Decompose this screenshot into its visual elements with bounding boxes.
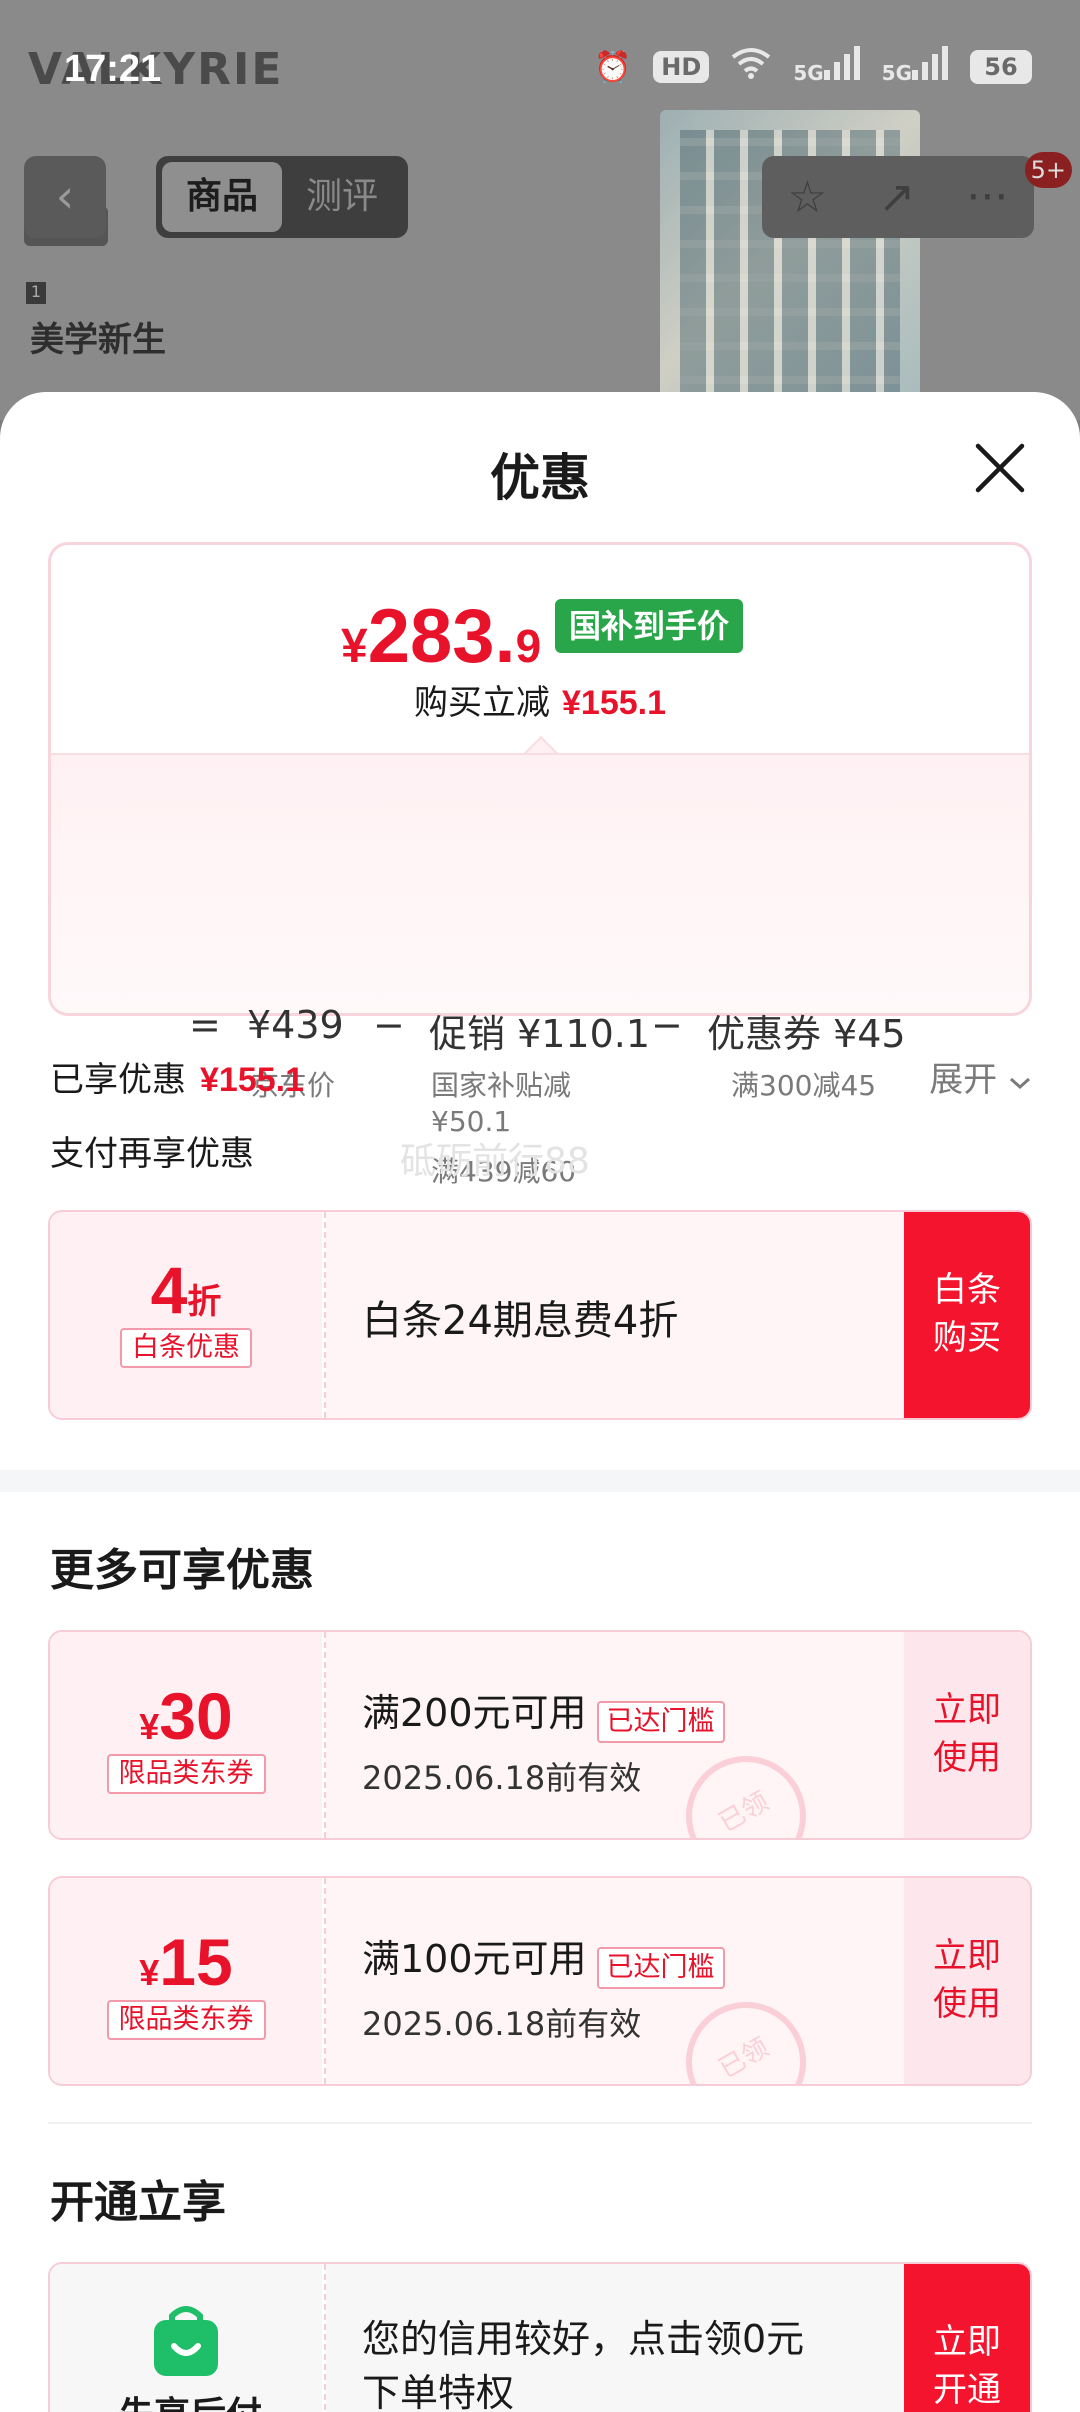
coupon-value: ¥30 限品类东券 (50, 1632, 322, 1838)
price-summary: ¥283.9 国补到手价 购买立减 ¥155.1 (51, 545, 1029, 753)
minus-sign: − (373, 1003, 405, 1047)
chevron-left-icon: ‹ (55, 169, 75, 223)
price-formula: = ¥439 京东价 − 促销 ¥110.1 国家补贴减 ¥50.1 满439减… (51, 753, 1029, 1188)
final-price: ¥283.9 (341, 594, 542, 679)
credit-name: 先享后付 (90, 2386, 290, 2412)
close-icon (975, 443, 1025, 493)
promo-amount: 促销 ¥110.1 (429, 1012, 651, 1056)
watermark: 砥砺前行88 (400, 1141, 590, 1182)
chevron-down-icon (1010, 1077, 1030, 1090)
signal-5g-icon-2: 5G (882, 46, 948, 88)
share-icon[interactable]: ↗ (878, 172, 915, 223)
credit-offer-card: 先享后付 您的信用较好，点击领0元 下单特权 立即 开通 (48, 2262, 1032, 2412)
minus-sign-2: − (651, 1003, 683, 1047)
instant-reduction: 购买立减 ¥155.1 (414, 683, 666, 723)
coupon-card: ¥15 限品类东券 满100元可用 已达门槛 2025.06.18前有效 已领 立… (48, 1876, 1032, 2086)
coupon-tag: 限品类东券 (106, 1754, 266, 1794)
subsidy-price-tag: 国补到手价 (555, 599, 744, 653)
coupon-card: ¥30 限品类东券 满200元可用 已达门槛 2025.06.18前有效 已领 立… (48, 1630, 1032, 1840)
baitiao-description: 白条24期息费4折 (326, 1212, 906, 1418)
baitiao-discount: 4折 白条优惠 (50, 1212, 322, 1418)
shopping-bag-icon (154, 2306, 218, 2376)
section-divider (0, 1470, 1080, 1492)
coupon-tag: 限品类东券 (106, 2000, 266, 2040)
sheet-title: 优惠 (490, 449, 590, 507)
back-button[interactable]: ‹ (24, 156, 106, 238)
jd-price: ¥439 (247, 1003, 344, 1047)
credit-brand: 先享后付 (50, 2264, 322, 2412)
expand-button[interactable]: 展开 (929, 1052, 1032, 1101)
enjoyed-discount: 已享优惠 ¥155.1 (50, 1060, 304, 1100)
alarm-icon: ⏰ (593, 49, 632, 85)
product-tabs: 商品 测评 (156, 156, 408, 238)
signal-5g-icon: 5G (793, 46, 860, 88)
battery-icon: 56 (970, 50, 1032, 84)
threshold-badge: 已达门槛 (596, 1700, 725, 1743)
baitiao-buy-button[interactable]: 白条 购买 (904, 1212, 1030, 1418)
status-bar: 17:21 ⏰ HD 5G 5G 56 (0, 0, 1080, 140)
open-now-button[interactable]: 立即 开通 (904, 2264, 1030, 2412)
baitiao-tag: 白条优惠 (120, 1328, 252, 1368)
status-time: 17:21 (64, 48, 162, 90)
status-icons: ⏰ HD 5G 5G 56 (594, 46, 1032, 88)
threshold-badge: 已达门槛 (596, 1946, 725, 1989)
product-headline: 美学新生 (30, 320, 166, 360)
open-enjoy-title: 开通立享 (50, 2177, 226, 2228)
close-button[interactable] (970, 438, 1030, 498)
star-icon[interactable]: ☆ (788, 172, 827, 223)
divider-line (48, 2122, 1032, 2124)
coupon-value: ¥15 限品类东券 (50, 1878, 322, 2084)
feature-index: 1 (26, 282, 46, 304)
tab-review[interactable]: 测评 (282, 162, 402, 232)
use-coupon-button[interactable]: 立即 使用 (904, 1878, 1030, 2084)
tab-product[interactable]: 商品 (162, 162, 282, 232)
coupon-details: 满200元可用 已达门槛 2025.06.18前有效 已领 (326, 1632, 906, 1838)
baitiao-offer-card: 4折 白条优惠 白条24期息费4折 白条 购买 (48, 1210, 1032, 1420)
price-breakdown-card: ¥283.9 国补到手价 购买立减 ¥155.1 = ¥439 京东价 − 促销 … (48, 542, 1032, 1188)
message-badge: 5+ (1024, 152, 1072, 188)
use-coupon-button[interactable]: 立即 使用 (904, 1632, 1030, 1838)
coupon-amount: 优惠券 ¥45 (707, 1012, 906, 1056)
more-icon[interactable]: ··· (966, 172, 1008, 223)
wifi-icon (731, 47, 771, 87)
header-actions: ☆ ↗ ··· (762, 156, 1034, 238)
coupon-details: 满100元可用 已达门槛 2025.06.18前有效 已领 (326, 1878, 906, 2084)
coupon-sub: 满300减45 (731, 1069, 877, 1102)
hd-icon: HD (653, 51, 710, 83)
equals-sign: = (189, 1003, 221, 1047)
more-offers-title: 更多可享优惠 (50, 1545, 314, 1596)
discount-sheet: 优惠 ¥283.9 国补到手价 购买立减 ¥155.1 = ¥439 京东价 − … (0, 392, 1080, 2412)
pay-more-label: 支付再享优惠 (50, 1134, 254, 1174)
credit-details: 您的信用较好，点击领0元 下单特权 (326, 2264, 906, 2412)
promo-sub-1: 国家补贴减 (431, 1069, 572, 1102)
